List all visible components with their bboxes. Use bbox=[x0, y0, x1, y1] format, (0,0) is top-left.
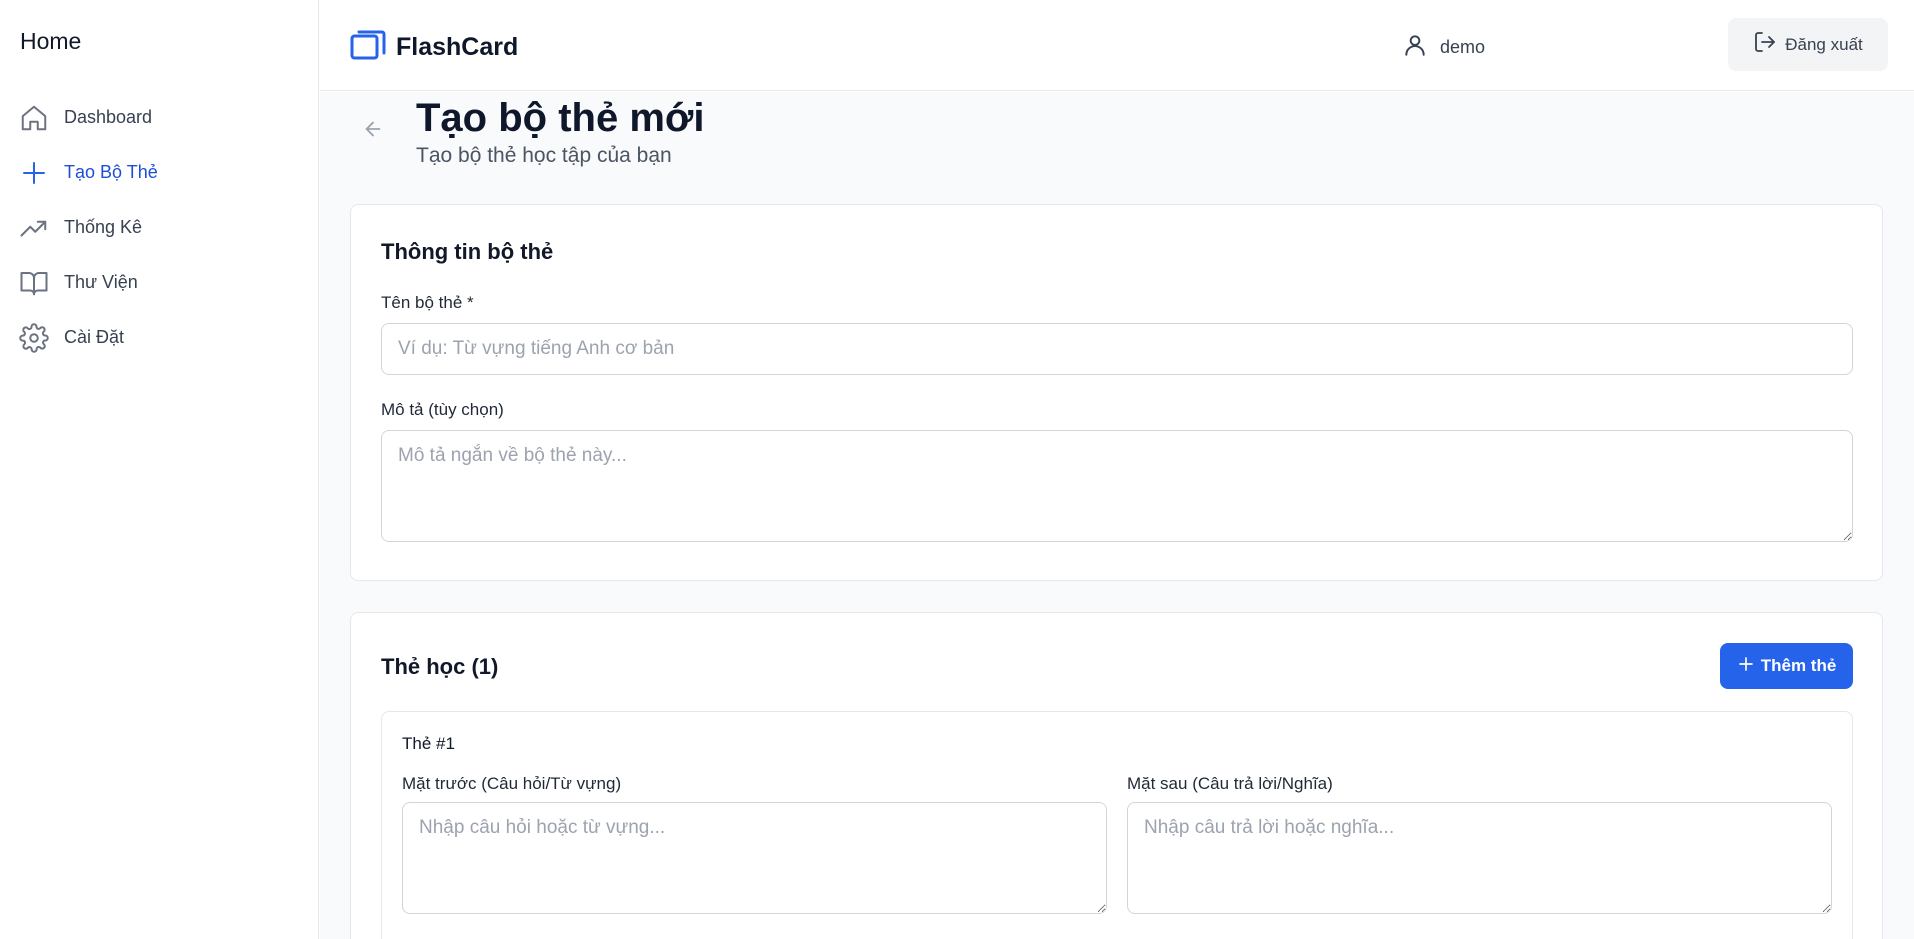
sidebar-item-statistics[interactable]: Thống Kê bbox=[0, 200, 319, 255]
top-header: FlashCard demo Đăng xuất bbox=[320, 0, 1914, 91]
flashcard-item: Thẻ #1 Mặt trước (Câu hỏi/Từ vựng) Mặt s… bbox=[381, 711, 1853, 939]
home-icon bbox=[18, 102, 50, 134]
deck-name-input[interactable] bbox=[381, 323, 1853, 375]
sidebar-item-label: Thống Kê bbox=[64, 217, 143, 237]
logout-button[interactable]: Đăng xuất bbox=[1728, 18, 1888, 71]
back-side-label: Mặt sau (Câu trả lời/Nghĩa) bbox=[1127, 774, 1333, 793]
sidebar-item-library[interactable]: Thư Viện bbox=[0, 255, 319, 310]
trending-up-icon bbox=[18, 212, 50, 244]
deck-name-label: Tên bộ thẻ * bbox=[381, 293, 474, 312]
deck-info-card: Thông tin bộ thẻ Tên bộ thẻ * Mô tả (tùy… bbox=[350, 204, 1883, 581]
plus-icon bbox=[18, 157, 50, 189]
flashcard-logo-icon bbox=[350, 29, 386, 66]
main-content: Tạo bộ thẻ mới Tạo bộ thẻ học tập của bạ… bbox=[320, 92, 1914, 939]
page-subtitle: Tạo bộ thẻ học tập của bạn bbox=[416, 144, 672, 167]
sidebar-title: Home bbox=[20, 28, 82, 54]
deck-description-textarea[interactable] bbox=[381, 430, 1853, 542]
sidebar: Home Dashboard Tạo Bộ Thẻ Thống Kê Thư V… bbox=[0, 0, 319, 939]
deck-description-label: Mô tả (tùy chọn) bbox=[381, 400, 504, 419]
flashcard-title: Thẻ #1 bbox=[402, 734, 455, 753]
sidebar-item-label: Dashboard bbox=[64, 107, 153, 127]
user-info: demo bbox=[1402, 32, 1485, 63]
back-side-textarea[interactable] bbox=[1127, 802, 1832, 914]
user-icon bbox=[1402, 32, 1428, 63]
sidebar-nav: Dashboard Tạo Bộ Thẻ Thống Kê Thư Viện C… bbox=[0, 90, 319, 365]
sidebar-item-settings[interactable]: Cài Đặt bbox=[0, 310, 319, 365]
plus-icon bbox=[1737, 655, 1755, 678]
logout-icon bbox=[1753, 30, 1777, 59]
sidebar-item-label: Thư Viện bbox=[64, 272, 138, 292]
add-card-button[interactable]: Thêm thẻ bbox=[1720, 643, 1853, 689]
sidebar-item-dashboard[interactable]: Dashboard bbox=[0, 90, 319, 145]
brand-name: FlashCard bbox=[396, 33, 519, 61]
brand[interactable]: FlashCard bbox=[350, 29, 518, 66]
back-button[interactable] bbox=[360, 118, 386, 144]
cards-section: Thẻ học (1) Thêm thẻ Thẻ #1 Mặt trước (C… bbox=[350, 612, 1883, 939]
gear-icon bbox=[18, 322, 50, 354]
cards-section-heading: Thẻ học (1) bbox=[381, 654, 499, 679]
front-side-label: Mặt trước (Câu hỏi/Từ vựng) bbox=[402, 774, 622, 793]
arrow-left-icon bbox=[362, 118, 384, 145]
user-name: demo bbox=[1440, 37, 1486, 57]
app-root: Home Dashboard Tạo Bộ Thẻ Thống Kê Thư V… bbox=[0, 0, 1914, 939]
page-title: Tạo bộ thẻ mới bbox=[416, 96, 705, 140]
logout-label: Đăng xuất bbox=[1785, 34, 1863, 54]
book-open-icon bbox=[18, 267, 50, 299]
front-side-textarea[interactable] bbox=[402, 802, 1107, 914]
sidebar-item-label: Tạo Bộ Thẻ bbox=[64, 162, 158, 182]
sidebar-item-create-deck[interactable]: Tạo Bộ Thẻ bbox=[0, 145, 319, 200]
deck-info-heading: Thông tin bộ thẻ bbox=[381, 239, 554, 264]
add-card-label: Thêm thẻ bbox=[1760, 656, 1837, 675]
sidebar-item-label: Cài Đặt bbox=[64, 327, 125, 347]
